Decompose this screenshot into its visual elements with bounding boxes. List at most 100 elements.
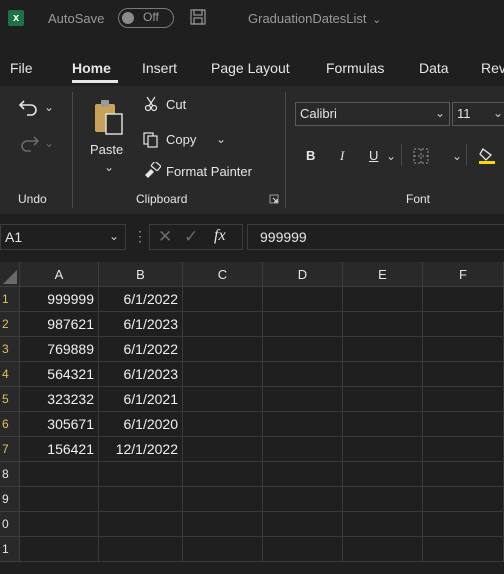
cell-d[interactable] [263, 537, 343, 562]
cell-c[interactable] [183, 437, 263, 462]
row-header[interactable]: 5 [0, 387, 20, 412]
cell-d[interactable] [263, 362, 343, 387]
cell-d[interactable] [263, 437, 343, 462]
row-header[interactable]: 4 [0, 362, 20, 387]
cell-f[interactable] [423, 337, 504, 362]
paste-icon[interactable] [92, 98, 126, 138]
row-header[interactable]: 2 [0, 312, 20, 337]
cell-a[interactable]: 156421 [20, 437, 99, 462]
row-header[interactable]: 1 [0, 537, 20, 562]
cell-c[interactable] [183, 387, 263, 412]
tab-file[interactable]: File [10, 60, 33, 76]
format-painter-button[interactable]: Format Painter [166, 164, 252, 179]
cell-c[interactable] [183, 337, 263, 362]
tab-page-layout[interactable]: Page Layout [211, 60, 290, 76]
cell-c[interactable] [183, 362, 263, 387]
autosave-toggle[interactable]: Off [118, 8, 174, 28]
checkmark-icon[interactable]: ✓ [184, 227, 198, 247]
cell-a[interactable]: 564321 [20, 362, 99, 387]
cell-e[interactable] [343, 462, 423, 487]
cell-a[interactable]: 769889 [20, 337, 99, 362]
cell-d[interactable] [263, 487, 343, 512]
cell-d[interactable] [263, 412, 343, 437]
cell-b[interactable] [99, 512, 183, 537]
cell-a[interactable] [20, 537, 99, 562]
font-size-select[interactable]: 11 ⌄ [452, 102, 504, 126]
cell-e[interactable] [343, 312, 423, 337]
tab-insert[interactable]: Insert [142, 60, 177, 76]
cell-e[interactable] [343, 512, 423, 537]
cell-d[interactable] [263, 287, 343, 312]
formula-input[interactable]: 999999 [247, 224, 504, 250]
cell-e[interactable] [343, 487, 423, 512]
cell-c[interactable] [183, 537, 263, 562]
row-header[interactable]: 7 [0, 437, 20, 462]
cell-a[interactable] [20, 512, 99, 537]
cell-d[interactable] [263, 337, 343, 362]
row-header[interactable]: 0 [0, 512, 20, 537]
copy-button[interactable]: Copy [166, 132, 196, 147]
tab-review[interactable]: Rev [481, 60, 504, 76]
cell-b[interactable]: 12/1/2022 [99, 437, 183, 462]
cell-a[interactable]: 323232 [20, 387, 99, 412]
cell-b[interactable]: 6/1/2023 [99, 362, 183, 387]
underline-button[interactable]: U [369, 148, 378, 163]
row-header[interactable]: 1 [0, 287, 20, 312]
cell-e[interactable] [343, 287, 423, 312]
borders-icon[interactable] [412, 147, 430, 165]
cancel-icon[interactable]: ✕ [158, 227, 172, 247]
paste-button[interactable]: Paste [90, 142, 123, 157]
cell-c[interactable] [183, 512, 263, 537]
cell-e[interactable] [343, 387, 423, 412]
select-all-corner[interactable] [0, 262, 20, 287]
cell-b[interactable]: 6/1/2022 [99, 337, 183, 362]
chevron-down-icon[interactable]: ⌄ [216, 132, 226, 146]
cell-f[interactable] [423, 362, 504, 387]
cell-f[interactable] [423, 487, 504, 512]
column-header-b[interactable]: B [99, 262, 183, 287]
save-icon[interactable] [190, 9, 206, 25]
column-header-a[interactable]: A [20, 262, 99, 287]
fill-color-icon[interactable] [477, 145, 497, 165]
cell-e[interactable] [343, 337, 423, 362]
chevron-down-icon[interactable]: ⌄ [44, 100, 54, 114]
row-header[interactable]: 9 [0, 487, 20, 512]
cell-e[interactable] [343, 362, 423, 387]
cell-c[interactable] [183, 462, 263, 487]
cut-button[interactable]: Cut [166, 97, 186, 112]
chevron-down-icon[interactable]: ⌄ [104, 160, 114, 174]
cell-f[interactable] [423, 462, 504, 487]
cell-f[interactable] [423, 287, 504, 312]
row-header[interactable]: 3 [0, 337, 20, 362]
bold-button[interactable]: B [306, 148, 315, 163]
cell-e[interactable] [343, 412, 423, 437]
cell-d[interactable] [263, 312, 343, 337]
row-header[interactable]: 8 [0, 462, 20, 487]
cell-b[interactable] [99, 537, 183, 562]
cell-b[interactable] [99, 462, 183, 487]
cell-f[interactable] [423, 312, 504, 337]
cell-c[interactable] [183, 487, 263, 512]
name-box[interactable]: A1 ⌄ [0, 224, 126, 250]
cell-a[interactable] [20, 487, 99, 512]
cell-a[interactable] [20, 462, 99, 487]
cell-b[interactable]: 6/1/2020 [99, 412, 183, 437]
cell-e[interactable] [343, 437, 423, 462]
undo-icon[interactable] [18, 98, 40, 116]
cell-c[interactable] [183, 412, 263, 437]
cell-f[interactable] [423, 437, 504, 462]
cell-e[interactable] [343, 537, 423, 562]
chevron-down-icon[interactable]: ⌄ [452, 149, 462, 163]
chevron-down-icon[interactable]: ⌄ [386, 149, 396, 163]
column-header-d[interactable]: D [263, 262, 343, 287]
document-title[interactable]: GraduationDatesList ⌄ [248, 11, 381, 26]
dialog-launcher-icon[interactable] [269, 194, 279, 204]
cell-c[interactable] [183, 287, 263, 312]
cell-c[interactable] [183, 312, 263, 337]
cell-b[interactable] [99, 487, 183, 512]
column-header-e[interactable]: E [343, 262, 423, 287]
cell-d[interactable] [263, 512, 343, 537]
cell-f[interactable] [423, 512, 504, 537]
tab-data[interactable]: Data [419, 60, 449, 76]
tab-formulas[interactable]: Formulas [326, 60, 384, 76]
